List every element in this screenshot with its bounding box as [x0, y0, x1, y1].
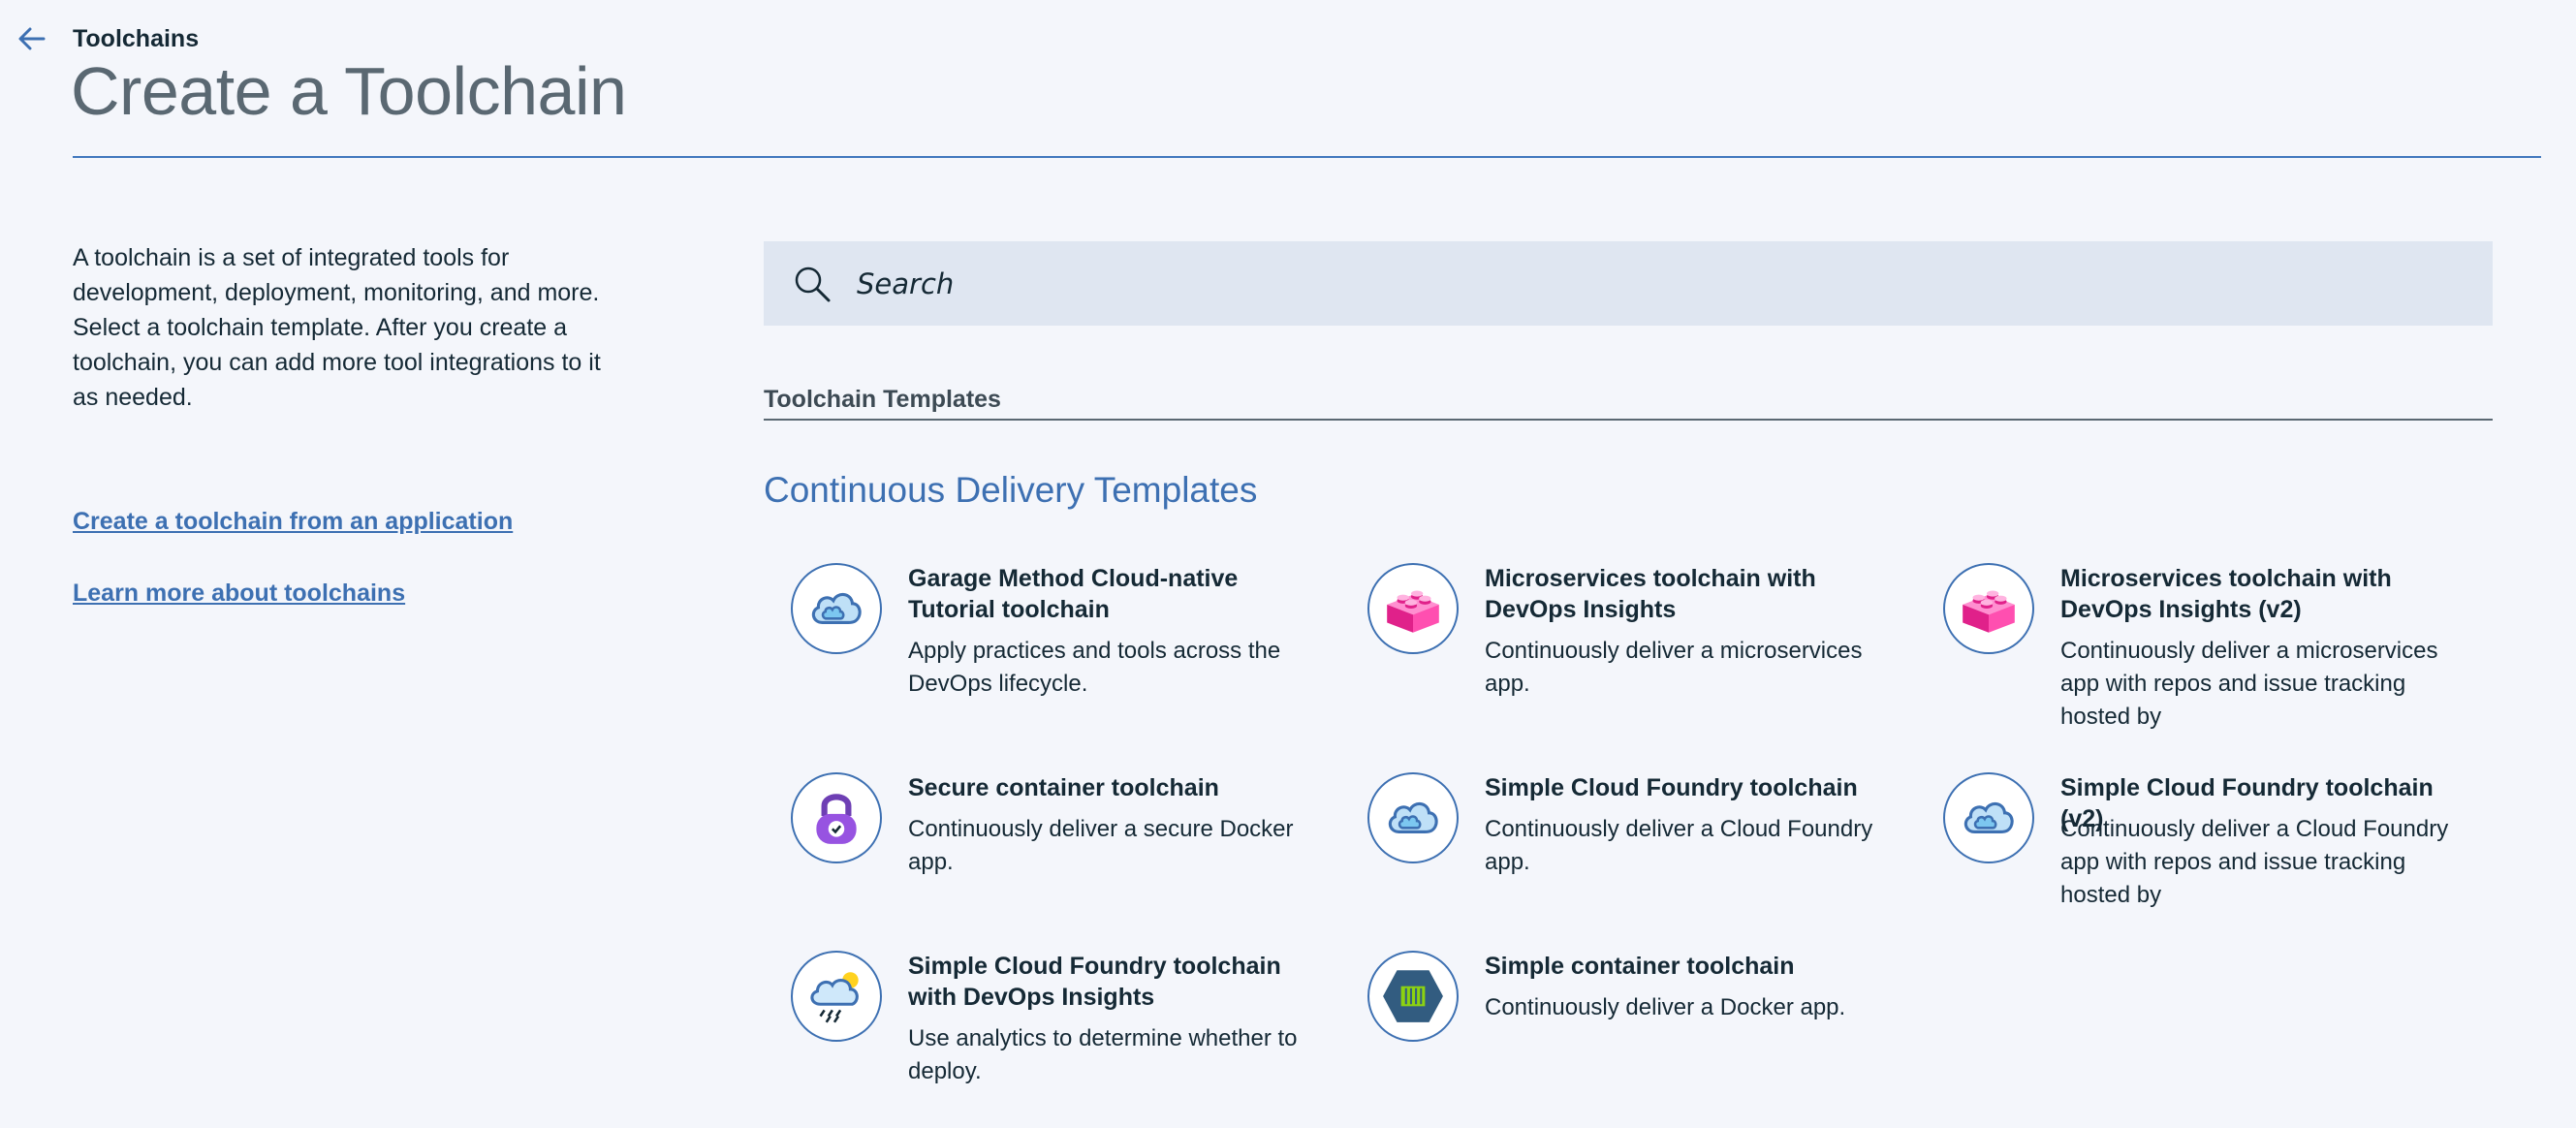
card-title: Microservices toolchain with DevOps Insi… [2060, 565, 2392, 623]
container-icon [1367, 951, 1459, 1042]
card-description: Continuously deliver a microservices app… [2060, 638, 2438, 730]
lego-brick-icon [1367, 563, 1459, 654]
card-title: Simple Cloud Foundry toolchain with DevO… [908, 953, 1281, 1011]
card-title: Microservices toolchain with DevOps Insi… [1485, 565, 1816, 623]
page-title: Create a Toolchain [71, 53, 627, 129]
card-description: Continuously deliver a microservices app… [1485, 638, 1863, 697]
card-description: Use analytics to determine whether to de… [908, 1025, 1298, 1084]
search-bar[interactable] [764, 241, 2493, 326]
cloud-weather-icon [791, 951, 882, 1042]
back-arrow-icon[interactable] [15, 21, 49, 56]
card-description: Continuously deliver a secure Docker app… [908, 816, 1294, 875]
search-input[interactable] [857, 266, 2407, 300]
card-description: Apply practices and tools across the Dev… [908, 638, 1281, 697]
title-divider [73, 156, 2541, 158]
learn-more-link[interactable]: Learn more about toolchains [73, 580, 405, 608]
lego-brick-icon [1943, 563, 2034, 654]
padlock-icon [791, 772, 882, 863]
cloud-icon [1943, 772, 2034, 863]
section-label: Toolchain Templates [764, 386, 1001, 413]
cloud-icon [791, 563, 882, 654]
card-description: Continuously deliver a Docker app. [1485, 994, 1846, 1020]
create-from-app-link[interactable]: Create a toolchain from an application [73, 508, 513, 536]
card-title: Simple container toolchain [1485, 953, 1795, 980]
card-title: Secure container toolchain [908, 774, 1219, 801]
card-description: Continuously deliver a Cloud Foundry app… [2060, 816, 2449, 908]
group-title: Continuous Delivery Templates [764, 470, 1258, 510]
card-description: Continuously deliver a Cloud Foundry app… [1485, 816, 1873, 875]
intro-text: A toolchain is a set of integrated tools… [73, 244, 601, 411]
search-icon [795, 266, 831, 301]
card-title: Garage Method Cloud-native Tutorial tool… [908, 565, 1239, 623]
card-title: Simple Cloud Foundry toolchain [1485, 774, 1858, 801]
section-divider [764, 419, 2493, 421]
cloud-icon [1367, 772, 1459, 863]
breadcrumb[interactable]: Toolchains [73, 25, 199, 53]
